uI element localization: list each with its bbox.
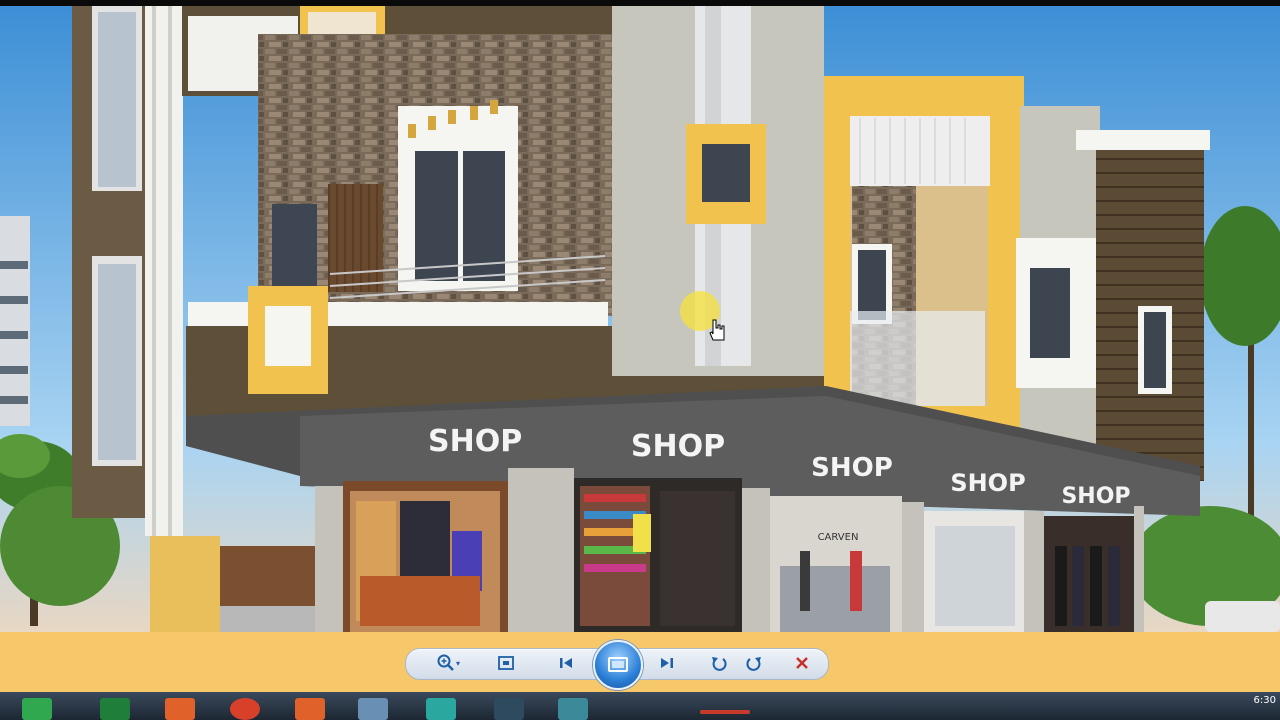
photo-viewer-window: SHOP SHOP SHOP SHOP SHOP CARVEN ▾ 6:30	[0, 0, 1280, 720]
taskbar-indicator	[700, 710, 750, 714]
rotate-clockwise-button[interactable]	[738, 648, 770, 678]
shop-sign-2: SHOP	[631, 429, 725, 464]
storefront-2	[574, 478, 742, 632]
slideshow-button[interactable]	[593, 640, 643, 690]
delete-icon	[796, 657, 808, 669]
rotate-counterclockwise-button[interactable]	[703, 648, 735, 678]
window-icon[interactable]	[558, 698, 588, 720]
previous-icon	[560, 658, 572, 668]
chrome-icon[interactable]	[230, 698, 260, 720]
app-icon-orange[interactable]	[165, 698, 195, 720]
car	[1205, 601, 1280, 632]
shop-sign-4: SHOP	[950, 469, 1025, 497]
taskbar: 6:30	[0, 692, 1280, 720]
actual-size-button[interactable]	[490, 648, 522, 678]
photo-display: SHOP SHOP SHOP SHOP SHOP CARVEN	[0, 6, 1280, 632]
shop-sign-5: SHOP	[1061, 484, 1130, 509]
help-icon[interactable]	[426, 698, 456, 720]
shop-sign-3: SHOP	[811, 453, 893, 483]
app-icon-orange-2[interactable]	[295, 698, 325, 720]
previous-button[interactable]	[550, 648, 582, 678]
background-tower	[0, 216, 30, 426]
shop-sign-1: SHOP	[428, 424, 522, 459]
storefront-1	[343, 481, 508, 632]
draw-icon[interactable]	[494, 698, 524, 720]
viewer-toolbar: ▾	[0, 632, 1280, 692]
zoom-button[interactable]: ▾	[432, 648, 464, 678]
photo-viewer-icon[interactable]	[358, 698, 388, 720]
slideshow-icon	[608, 657, 628, 672]
next-button[interactable]	[651, 648, 683, 678]
zoom-icon	[437, 654, 454, 671]
actual-size-icon	[498, 656, 514, 670]
excel-icon[interactable]	[100, 698, 130, 720]
delete-button[interactable]	[786, 648, 818, 678]
storefront-5	[1044, 516, 1134, 632]
next-icon	[661, 658, 673, 668]
rotate-counterclockwise-icon	[712, 657, 727, 671]
file-explorer-icon[interactable]	[22, 698, 52, 720]
building-photo: SHOP SHOP SHOP SHOP SHOP CARVEN	[0, 6, 1280, 632]
storefront-4	[924, 511, 1024, 632]
rotate-clockwise-icon	[746, 657, 761, 671]
storefront-3: CARVEN	[770, 496, 902, 632]
store-name-text: CARVEN	[818, 532, 859, 543]
taskbar-clock[interactable]: 6:30	[1254, 695, 1276, 706]
chevron-down-icon: ▾	[455, 658, 460, 668]
